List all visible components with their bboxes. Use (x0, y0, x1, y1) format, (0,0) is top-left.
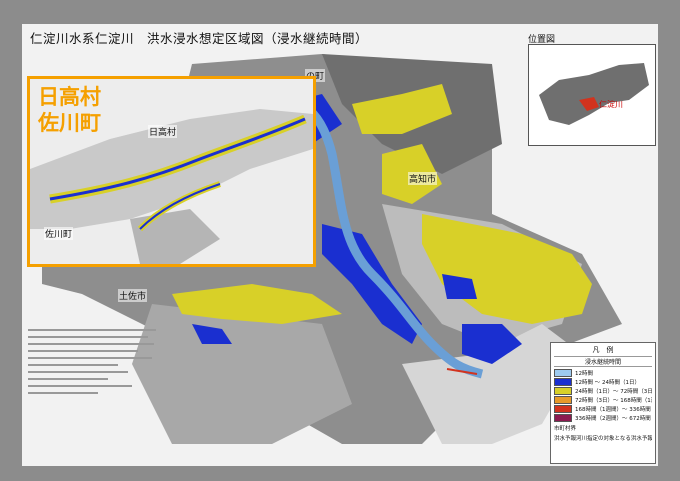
legend-item: 24時間（1日）～ 72時間（3日） (554, 386, 652, 395)
legend-item: 12時間 ～ 24時間（1日） (554, 377, 652, 386)
legend-item: 12時間 (554, 368, 652, 377)
legend-title: 凡 例 (592, 346, 614, 354)
legend-swatch (554, 386, 572, 395)
legend-item: 168時間（1週間）～ 336時間（2週間） (554, 404, 652, 413)
legend-swatch (554, 368, 572, 377)
note-line (28, 385, 132, 387)
figure-frame: 仁淀川水系仁淀川 洪水浸水想定区域図（浸水継続時間） の町 高知市 土佐市 位置… (0, 0, 680, 481)
zoom-label-hidaka: 日高村 (38, 85, 101, 109)
place-label-tosa: 土佐市 (118, 289, 148, 302)
place-label-kochi: 高知市 (408, 172, 438, 185)
note-line (28, 329, 156, 331)
zoom-place-hidaka: 日高村 (148, 125, 178, 138)
map-sheet: 仁淀川水系仁淀川 洪水浸水想定区域図（浸水継続時間） の町 高知市 土佐市 位置… (22, 24, 658, 466)
legend-swatch (554, 377, 572, 386)
location-map: 仁淀川 (528, 44, 656, 146)
zoom-inset-hidaka-sakawa[interactable]: 日高村 佐川町 日高村 佐川町 (27, 76, 316, 267)
legend-item: 72時間（3日）～ 168時間（1週間） (554, 395, 652, 404)
note-line (28, 378, 108, 380)
legend-item-label: 12時間 ～ 24時間（1日） (575, 379, 640, 386)
location-map-graphic (529, 45, 655, 145)
legend-footer-boundary: 市町村界 (554, 426, 577, 432)
zoom-place-sakawa: 佐川町 (44, 227, 74, 240)
note-line (28, 336, 148, 338)
legend-item-label: 168時間（1週間）～ 336時間（2週間） (575, 406, 652, 413)
legend-item-label: 12時間 (575, 370, 593, 377)
notes-block (28, 324, 158, 462)
map-title: 仁淀川水系仁淀川 洪水浸水想定区域図（浸水継続時間） (30, 31, 369, 46)
legend-item-label: 336時間（2週間）～ 672時間（4週間） (575, 415, 652, 422)
legend-item-label: 24時間（1日）～ 72時間（3日） (575, 388, 652, 395)
legend-footer-forecast: 洪水予報河川指定の対象となる洪水予報区間 (554, 436, 652, 442)
note-line (28, 364, 118, 366)
zoom-label-sakawa: 佐川町 (38, 111, 101, 135)
legend: 凡 例 浸水継続時間 12時間 12時間 ～ 24時間（1日） 24時間（1日）… (550, 342, 656, 464)
note-line (28, 357, 152, 359)
legend-subtitle: 浸水継続時間 (554, 356, 652, 367)
note-line (28, 371, 128, 373)
note-line (28, 392, 98, 394)
legend-swatch (554, 404, 572, 413)
note-line (28, 350, 138, 352)
legend-swatch (554, 413, 572, 422)
location-map-river-label: 仁淀川 (599, 100, 623, 109)
note-line (28, 343, 154, 345)
legend-item-label: 72時間（3日）～ 168時間（1週間） (575, 397, 652, 404)
legend-item: 336時間（2週間）～ 672時間（4週間） (554, 413, 652, 422)
legend-swatch (554, 395, 572, 404)
